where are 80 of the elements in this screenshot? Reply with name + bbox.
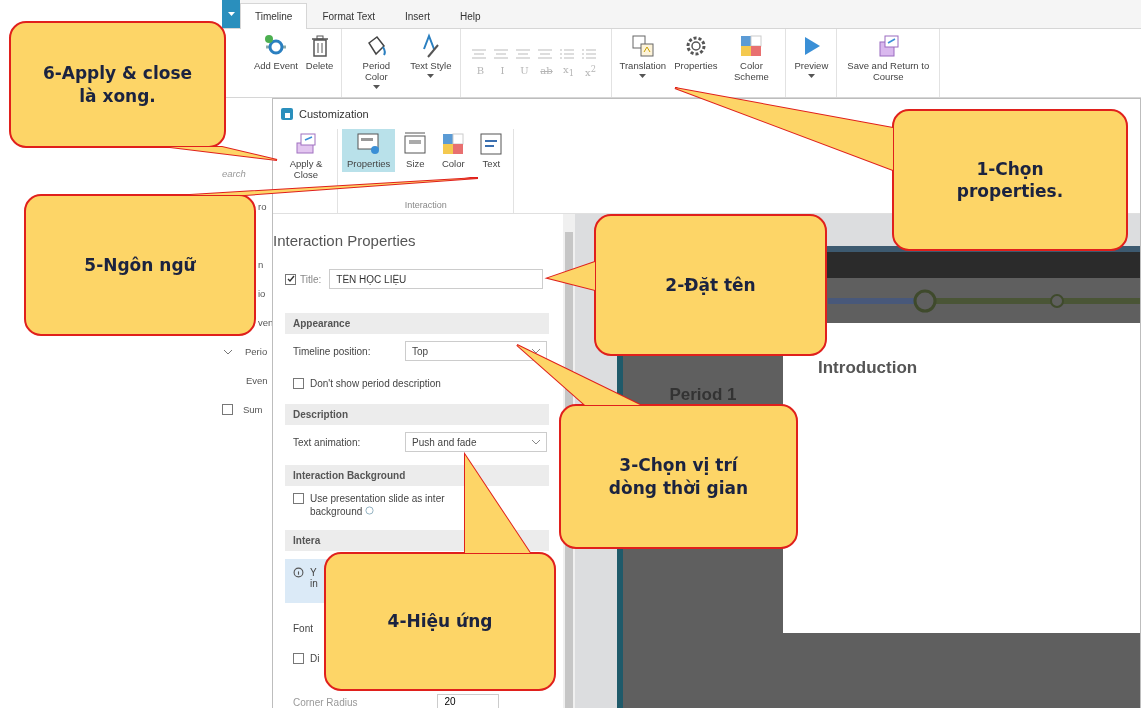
- ribbon-button[interactable]: Add Event: [252, 33, 300, 93]
- checkbox[interactable]: [222, 404, 233, 415]
- callout-text: 2-Đặt tên: [665, 273, 756, 297]
- number-field[interactable]: 20: [437, 694, 500, 708]
- list-icon: [558, 47, 575, 60]
- color-grid-icon: [738, 33, 765, 59]
- caret-icon: [227, 11, 235, 17]
- ribbon-tab[interactable]: Timeline: [240, 3, 308, 29]
- field-label: Corner Radius: [293, 697, 358, 708]
- chevron-icon: [532, 439, 540, 445]
- field-label: Font: [293, 622, 313, 634]
- caret-icon: [427, 73, 435, 79]
- field-label: Title:: [300, 273, 322, 285]
- search-field[interactable]: earch: [222, 168, 268, 179]
- color-grid-icon: [440, 131, 467, 157]
- title-field[interactable]: TÊN HỌC LIỆU: [329, 269, 544, 289]
- section-header: Appearance: [285, 313, 549, 334]
- app-icon: [281, 108, 293, 120]
- tree-item[interactable]: Sum: [243, 404, 263, 415]
- align-icon: [536, 47, 553, 60]
- printer-icon: [293, 131, 319, 157]
- info-icon: [293, 567, 304, 578]
- slide-title: Introduction: [818, 358, 919, 378]
- ribbon-tab[interactable]: Insert: [390, 3, 446, 29]
- checkbox[interactable]: Use presentation slide as inter background: [293, 493, 445, 517]
- ribbon-tab[interactable]: Help: [445, 3, 496, 29]
- list-icon: [580, 47, 597, 60]
- field-label: Timeline position:: [293, 345, 372, 357]
- align-icon: [514, 47, 531, 60]
- ribbon-button[interactable]: Text Style: [408, 33, 454, 93]
- info-icon: [365, 506, 375, 515]
- tree-item[interactable]: Even: [246, 375, 268, 386]
- ribbon-button[interactable]: Text: [473, 129, 510, 172]
- tree-item[interactable]: io: [258, 288, 266, 299]
- ribbon-button[interactable]: Size: [397, 129, 434, 172]
- section-header: Interaction Background: [285, 465, 549, 486]
- callout-text: 1-Chọn properties.: [956, 157, 1064, 203]
- text-box-icon: [478, 131, 505, 157]
- info-text: in: [310, 578, 318, 589]
- caret-icon: [639, 73, 647, 79]
- check-icon: [286, 275, 295, 283]
- ribbon-button[interactable]: Apply & Close: [279, 129, 333, 183]
- checkbox-label: background: [310, 506, 445, 517]
- translate-icon: [629, 33, 656, 59]
- info-text: Y: [310, 567, 318, 578]
- ribbon-button[interactable]: Period Color: [348, 33, 405, 93]
- caret-icon: [372, 84, 380, 90]
- tree-item[interactable]: n: [258, 259, 264, 270]
- align-icon: [470, 47, 487, 60]
- resize-frame-icon: [402, 131, 429, 157]
- window-gear-icon: [355, 131, 382, 157]
- window-title: Customization: [299, 108, 369, 120]
- panel-heading: Interaction Properties: [273, 231, 417, 251]
- ribbon-button[interactable]: Save and Return to Course: [843, 33, 934, 93]
- ribbon-tab[interactable]: Format Text: [307, 3, 391, 29]
- ribbon-button[interactable]: Translation: [617, 33, 669, 93]
- ribbon-button[interactable]: Color Scheme: [723, 33, 780, 93]
- checkbox[interactable]: [285, 273, 296, 285]
- callout-text: 3-Chọn vị trí dòng thời gian: [608, 454, 749, 499]
- callout-text: 4-Hiệu ứng: [387, 610, 493, 633]
- ribbon-button[interactable]: Properties: [342, 129, 396, 172]
- field-label: Text animation:: [293, 436, 362, 448]
- tree-item[interactable]: Perio: [245, 346, 268, 357]
- align-icon: [492, 47, 509, 60]
- dropdown[interactable]: Push and fade: [405, 432, 547, 452]
- checkbox-label: Di: [310, 652, 320, 664]
- checkbox[interactable]: Di: [293, 652, 320, 664]
- callout-text: 6-Apply & close là xong.: [42, 62, 193, 107]
- ribbon-button[interactable]: Properties: [672, 33, 720, 93]
- group-label: Interaction: [404, 200, 447, 212]
- ribbon-button[interactable]: Preview: [792, 33, 831, 93]
- dropdown[interactable]: Top: [405, 341, 547, 361]
- file-menu-button[interactable]: [222, 0, 240, 28]
- checkbox-label: Use presentation slide as inter: [310, 493, 445, 504]
- ribbon-button[interactable]: Color: [435, 129, 472, 172]
- callout-text: 5-Ngôn ngữ: [84, 253, 196, 277]
- tree-item[interactable]: ro: [258, 201, 267, 212]
- section-header: Description: [285, 404, 549, 425]
- ribbon-button[interactable]: Delete: [303, 33, 336, 93]
- caret-icon: [807, 73, 815, 79]
